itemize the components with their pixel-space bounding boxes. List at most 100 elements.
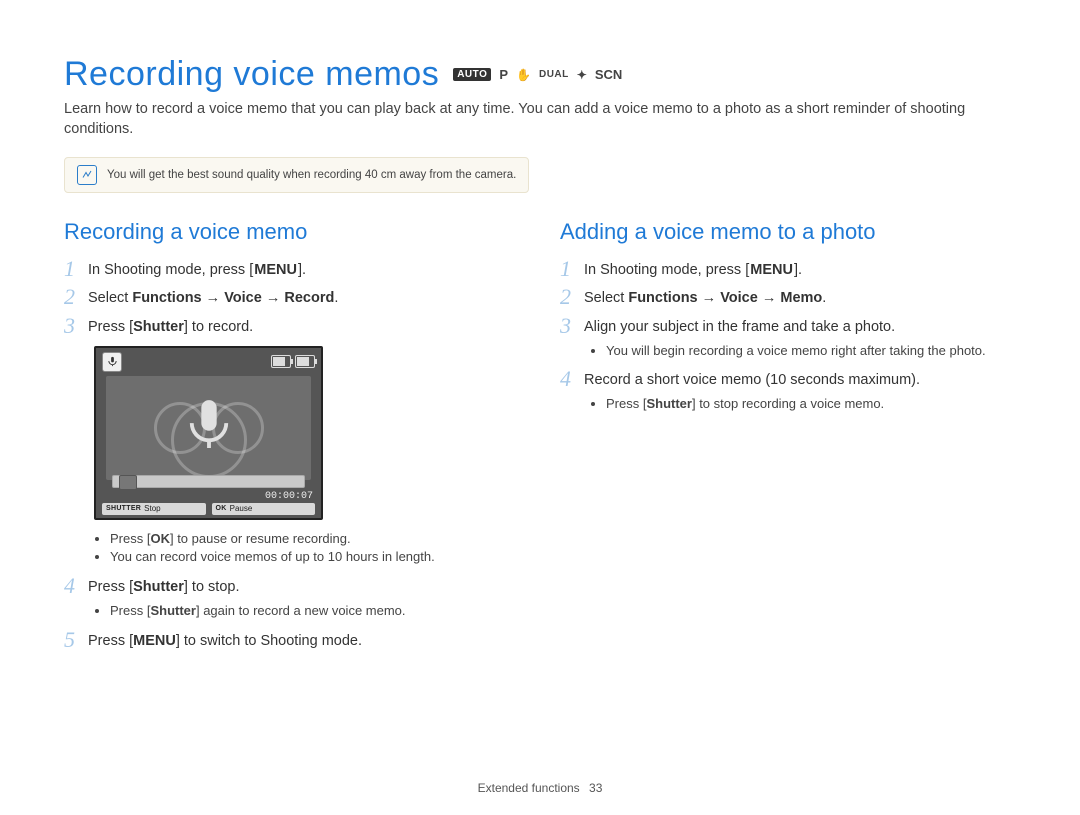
step-text: Record a short voice memo (10 seconds ma… <box>584 367 920 391</box>
menu-key: MENU <box>749 260 794 281</box>
ok-key: OK <box>150 531 170 546</box>
stop-text: Stop <box>144 504 160 513</box>
text: Press [ <box>88 633 133 649</box>
step-number: 4 <box>64 574 88 598</box>
camera-button-row: SHUTTER Stop OK Pause <box>102 503 315 515</box>
left-step-4: 4 Press [Shutter] to stop. <box>64 574 520 598</box>
text: Select <box>88 290 132 306</box>
step-text: In Shooting mode, press [MENU]. <box>584 257 802 281</box>
microphone-large-icon <box>186 398 232 457</box>
left-heading: Recording a voice memo <box>64 219 520 245</box>
note-icon <box>77 165 97 185</box>
text: Select <box>584 290 628 306</box>
right-step-1: 1 In Shooting mode, press [MENU]. <box>560 257 1016 281</box>
camera-screen-illustration: 00:00:07 SHUTTER Stop OK Pause <box>94 346 319 520</box>
text: Press [ <box>606 396 646 411</box>
left-column: Recording a voice memo 1 In Shooting mod… <box>64 219 520 656</box>
path-functions: Functions <box>132 290 201 306</box>
step-text: Press [Shutter] to stop. <box>88 574 240 598</box>
text: Press [ <box>88 319 133 335</box>
right-step-2: 2 Select Functions → Voice → Memo. <box>560 285 1016 309</box>
left-step-3: 3 Press [Shutter] to record. <box>64 314 520 338</box>
left-step-1: 1 In Shooting mode, press [MENU]. <box>64 257 520 281</box>
camera-main-area <box>106 376 311 480</box>
step-number: 3 <box>560 314 584 338</box>
right-heading: Adding a voice memo to a photo <box>560 219 1016 245</box>
step-text: Press [MENU] to switch to Shooting mode. <box>88 628 362 652</box>
path-functions: Functions <box>628 290 697 306</box>
text: ]. <box>794 262 802 278</box>
text: ] again to record a new voice memo. <box>196 603 406 618</box>
text: ] to stop recording a voice memo. <box>692 396 884 411</box>
mode-p-icon: P <box>499 67 508 82</box>
arrow-icon: → <box>758 290 781 306</box>
text: Press [ <box>88 579 133 595</box>
progress-knob <box>119 475 137 490</box>
memory-icon <box>271 355 291 368</box>
step-text: In Shooting mode, press [MENU]. <box>88 257 306 281</box>
mode-dual-icon: DUAL <box>539 69 569 80</box>
text: ] to pause or resume recording. <box>170 531 351 546</box>
step-text: Select Functions → Voice → Record. <box>88 285 338 309</box>
path-record: Record <box>284 290 334 306</box>
text: Press [ <box>110 531 150 546</box>
text: Press [ <box>110 603 150 618</box>
camera-pause-button: OK Pause <box>212 503 316 515</box>
progress-bar <box>112 475 305 488</box>
right-step-3: 3 Align your subject in the frame and ta… <box>560 314 1016 338</box>
mode-sparkle-icon: ✦ <box>577 68 587 82</box>
list-item: You can record voice memos of up to 10 h… <box>110 548 520 566</box>
right-bullets-after-step4: Press [Shutter] to stop recording a voic… <box>560 395 1016 413</box>
list-item: Press [OK] to pause or resume recording. <box>110 530 520 548</box>
text: ] to record. <box>184 319 253 335</box>
text: . <box>822 290 826 306</box>
shutter-key: Shutter <box>133 579 184 595</box>
microphone-mode-icon <box>102 352 122 372</box>
camera-screen: 00:00:07 SHUTTER Stop OK Pause <box>94 346 323 520</box>
path-voice: Voice <box>224 290 262 306</box>
ok-label: OK <box>216 505 227 512</box>
list-item: You will begin recording a voice memo ri… <box>606 342 1016 360</box>
text: In Shooting mode, press [ <box>584 262 749 278</box>
text: ] to switch to Shooting mode. <box>176 633 362 649</box>
step-number: 2 <box>560 285 584 309</box>
mode-icons: AUTO P ✋ DUAL ✦ SCN <box>453 67 622 82</box>
menu-key: MENU <box>253 260 298 281</box>
tip-text: You will get the best sound quality when… <box>107 169 516 181</box>
shutter-key: Shutter <box>646 396 692 411</box>
step-number: 1 <box>560 257 584 281</box>
text: ]. <box>298 262 306 278</box>
arrow-icon: → <box>202 290 225 306</box>
shutter-key: Shutter <box>133 319 184 335</box>
page: Recording voice memos AUTO P ✋ DUAL ✦ SC… <box>0 0 1080 815</box>
right-step-4: 4 Record a short voice memo (10 seconds … <box>560 367 1016 391</box>
list-item: Press [Shutter] to stop recording a voic… <box>606 395 1016 413</box>
battery-icons <box>271 355 315 368</box>
step-number: 4 <box>560 367 584 391</box>
mode-hand-icon: ✋ <box>516 68 531 82</box>
step-text: Press [Shutter] to record. <box>88 314 253 338</box>
columns: Recording a voice memo 1 In Shooting mod… <box>64 219 1016 656</box>
intro-text: Learn how to record a voice memo that yo… <box>64 100 1016 139</box>
title-row: Recording voice memos AUTO P ✋ DUAL ✦ SC… <box>64 55 1016 94</box>
recording-time: 00:00:07 <box>265 491 313 502</box>
step-text: Select Functions → Voice → Memo. <box>584 285 826 309</box>
text: . <box>334 290 338 306</box>
right-column: Adding a voice memo to a photo 1 In Shoo… <box>560 219 1016 656</box>
arrow-icon: → <box>698 290 721 306</box>
text: ] to stop. <box>184 579 240 595</box>
footer-section: Extended functions <box>478 781 580 795</box>
path-memo: Memo <box>780 290 822 306</box>
shutter-key: Shutter <box>150 603 196 618</box>
step-number: 2 <box>64 285 88 309</box>
step-number: 1 <box>64 257 88 281</box>
step-number: 5 <box>64 628 88 652</box>
camera-status-bar <box>102 352 315 372</box>
step-number: 3 <box>64 314 88 338</box>
page-footer: Extended functions 33 <box>0 781 1080 795</box>
arrow-icon: → <box>262 290 285 306</box>
right-bullets-after-step3: You will begin recording a voice memo ri… <box>560 342 1016 360</box>
mode-scn-icon: SCN <box>595 67 622 82</box>
footer-page-number: 33 <box>589 781 602 795</box>
mode-auto-icon: AUTO <box>453 68 491 81</box>
